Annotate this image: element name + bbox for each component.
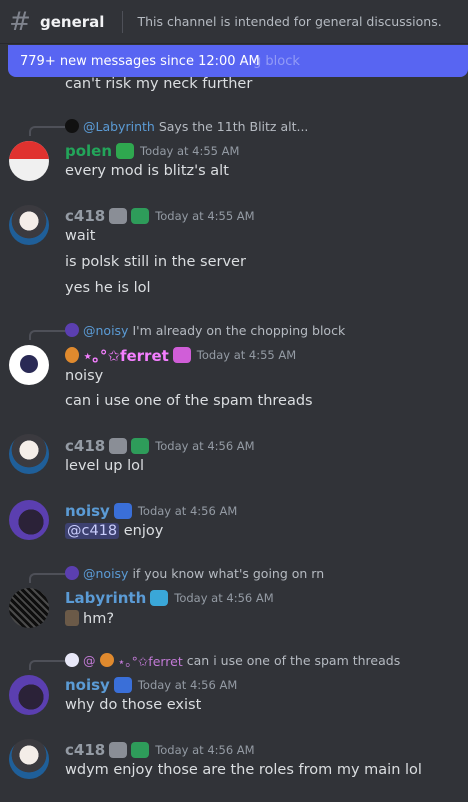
reply-spine: [29, 330, 65, 340]
reply-author: ⋆｡°✩ferret: [117, 653, 183, 669]
plant-badge-icon: [131, 742, 150, 758]
role-badge-icon: [113, 503, 132, 519]
username[interactable]: ⋆｡°✩ferret: [83, 345, 169, 366]
message-line: wait: [65, 228, 96, 244]
message-header: polen Today at 4:55 AM: [65, 141, 239, 161]
channel-hash-icon: #: [9, 6, 31, 37]
role-badge-icon: [109, 438, 128, 454]
role-badge-icon: [109, 208, 128, 224]
timestamp: Today at 4:56 AM: [137, 678, 238, 692]
reply-author: @Labyrinth: [83, 118, 155, 134]
message-text: enjoy: [123, 523, 164, 539]
channel-header: # general This channel is intended for g…: [0, 0, 468, 44]
message-header: noisy Today at 4:56 AM: [65, 675, 237, 695]
avatar[interactable]: [9, 739, 49, 779]
avatar[interactable]: [9, 588, 49, 628]
timestamp: Today at 4:56 AM: [155, 743, 255, 757]
username[interactable]: c418: [65, 741, 105, 759]
channel-topic[interactable]: This channel is intended for general dis…: [137, 14, 441, 29]
timestamp: Today at 4:56 AM: [155, 439, 255, 453]
reply-avatar: [65, 653, 79, 667]
reply-preview[interactable]: @Labyrinth Says the 11th Blitz alt...: [65, 118, 308, 134]
planet-icon: [99, 653, 114, 667]
message-line: every mod is blitz's alt: [65, 163, 229, 179]
timestamp: Today at 4:55 AM: [155, 209, 255, 223]
avatar[interactable]: [9, 675, 49, 715]
message-line: level up lol: [65, 458, 145, 474]
role-badge-icon: [150, 590, 169, 606]
role-badge-icon: [172, 347, 191, 363]
message-header: c418 Today at 4:56 AM: [65, 740, 255, 760]
reply-spine: [29, 573, 65, 583]
message-header: noisy Today at 4:56 AM: [65, 501, 237, 521]
avatar[interactable]: [9, 205, 49, 245]
new-messages-banner[interactable]: 779+ new messages since 12:00 AM g block: [8, 45, 468, 77]
username[interactable]: c418: [65, 437, 105, 455]
reply-preview[interactable]: @noisy I'm already on the chopping block: [65, 322, 345, 338]
reply-text: if you know what's going on rn: [132, 565, 325, 581]
timestamp: Today at 4:55 AM: [140, 144, 240, 158]
reply-preview[interactable]: @ ⋆｡°✩ferret can i use one of the spam t…: [65, 652, 401, 669]
reply-text: Says the 11th Blitz alt...: [158, 118, 309, 134]
reply-avatar: [65, 119, 79, 133]
message-header: c418 Today at 4:55 AM: [65, 206, 255, 226]
message-line: wdym enjoy those are the roles from my m…: [65, 762, 422, 778]
reply-author: @noisy: [83, 322, 129, 338]
reply-text: can i use one of the spam threads: [186, 652, 401, 668]
timestamp: Today at 4:56 AM: [174, 591, 274, 605]
channel-name[interactable]: general: [40, 13, 104, 31]
message-line: can i use one of the spam threads: [65, 393, 313, 409]
message-line: can't risk my neck further: [65, 76, 253, 92]
banner-ghost-text: g block: [253, 53, 300, 69]
thinking-emoji-icon: [65, 610, 79, 626]
message-line: hm?: [65, 610, 114, 627]
header-divider: [122, 10, 124, 33]
reply-author: @noisy: [83, 565, 129, 581]
plant-badge-icon: [131, 208, 150, 224]
message-header: Labyrinth Today at 4:56 AM: [65, 588, 274, 608]
message-line: noisy: [65, 368, 104, 384]
avatar[interactable]: [9, 345, 49, 385]
reply-text: I'm already on the chopping block: [132, 322, 346, 338]
username[interactable]: noisy: [65, 502, 110, 520]
avatar[interactable]: [9, 500, 49, 540]
message-line: yes he is lol: [65, 280, 151, 296]
username[interactable]: c418: [65, 207, 105, 225]
reply-avatar: [65, 566, 79, 580]
timestamp: Today at 4:56 AM: [137, 504, 238, 518]
message-header: ⋆｡°✩ferret Today at 4:55 AM: [65, 345, 296, 365]
new-messages-text: 779+ new messages since 12:00 AM: [20, 53, 260, 69]
timestamp: Today at 4:55 AM: [196, 348, 297, 362]
message-line: @c418 enjoy: [65, 523, 163, 539]
user-mention[interactable]: @c418: [65, 523, 120, 539]
reply-author-prefix: @: [83, 652, 96, 668]
reply-spine: [29, 126, 65, 136]
reply-avatar: [65, 323, 79, 337]
role-badge-icon: [109, 742, 128, 758]
message-line: is polsk still in the server: [65, 254, 246, 270]
avatar[interactable]: [9, 141, 49, 181]
message-header: c418 Today at 4:56 AM: [65, 436, 255, 456]
reply-spine: [29, 660, 65, 670]
role-badge-icon: [113, 677, 132, 693]
plant-badge-icon: [131, 438, 150, 454]
username[interactable]: Labyrinth: [65, 589, 146, 607]
username[interactable]: polen: [65, 142, 112, 160]
message-line: why do those exist: [65, 697, 202, 713]
avatar[interactable]: [9, 434, 49, 474]
reply-preview[interactable]: @noisy if you know what's going on rn: [65, 565, 324, 581]
planet-icon: [65, 347, 79, 363]
message-text: hm?: [83, 611, 115, 627]
role-badge-icon: [116, 143, 135, 159]
username[interactable]: noisy: [65, 676, 110, 694]
